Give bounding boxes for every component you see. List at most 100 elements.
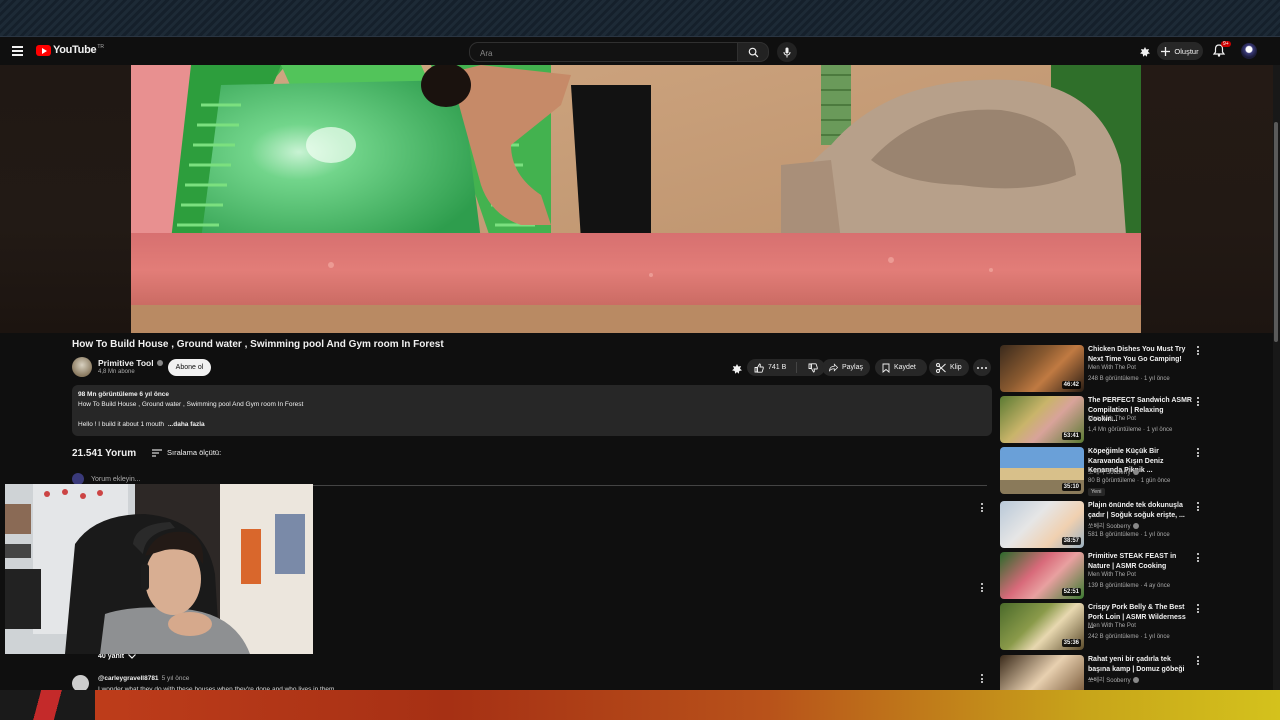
- clip-label: Klip: [950, 364, 962, 371]
- clip-button[interactable]: Klip: [929, 359, 969, 376]
- recommendation-channel[interactable]: 쏘베리 Sooberry: [1088, 467, 1139, 476]
- sort-button[interactable]: Sıralama ölçütü:: [152, 448, 221, 457]
- verified-icon: [156, 360, 163, 366]
- description-title-line: How To Build House , Ground water , Swim…: [78, 401, 304, 408]
- comment-count: 21.541 Yorum: [72, 448, 137, 459]
- save-icon: [882, 363, 890, 373]
- thumbs-up-icon: [754, 363, 764, 373]
- recommendation-meta: 1,4 Mn görüntüleme · 1 yıl önce: [1088, 427, 1173, 433]
- comment-menu-icon[interactable]: [980, 674, 984, 683]
- recommendation-menu-icon[interactable]: [1196, 397, 1200, 406]
- youtube-header: YouTube TR Oluştur 9+: [0, 36, 1280, 66]
- recommendation-channel[interactable]: Men With The Pot: [1088, 572, 1136, 578]
- comment-author-line: @carleygravell8781 5 yıl önce: [98, 675, 189, 682]
- recommendation-card[interactable]: 53:41 The PERFECT Sandwich ASMR Compilati…: [1000, 396, 1200, 444]
- comment-author[interactable]: @carleygravell8781: [98, 675, 159, 682]
- channel-avatar[interactable]: [72, 357, 92, 377]
- microphone-icon: [783, 47, 791, 57]
- replies-label: 40 yanıt: [98, 653, 125, 660]
- verified-icon: [1132, 468, 1139, 475]
- hamburger-menu-icon[interactable]: [12, 46, 23, 56]
- search-button[interactable]: [737, 42, 769, 62]
- recommendation-card[interactable]: 38:57 Plajın önünde tek dokunuşla çadır |…: [1000, 501, 1200, 549]
- recommendation-meta: 80 B görüntüleme · 1 gün önce: [1088, 478, 1171, 484]
- recommendation-meta: 581 B görüntüleme · 1 yıl önce: [1088, 532, 1170, 538]
- video-thumbnail[interactable]: 38:57: [1000, 501, 1084, 548]
- browser-top-strip: [0, 0, 1280, 36]
- recommendation-card[interactable]: 46:42 Chicken Dishes You Must Try Next Ti…: [1000, 345, 1200, 393]
- recommendation-channel[interactable]: Men With The Pot: [1088, 365, 1136, 371]
- video-thumbnail[interactable]: 52:51: [1000, 552, 1084, 599]
- thumbs-down-icon: [808, 362, 818, 372]
- video-thumbnail[interactable]: 35:10: [1000, 447, 1084, 494]
- duration-badge: 53:41: [1061, 432, 1081, 440]
- sort-label: Sıralama ölçütü:: [167, 448, 222, 457]
- extension-icon[interactable]: [1139, 45, 1151, 63]
- search-input[interactable]: [470, 44, 738, 63]
- more-actions-button[interactable]: [973, 359, 991, 376]
- comment-menu-icon[interactable]: [980, 503, 984, 512]
- view-stats: 98 Mn görüntüleme 6 yıl önce: [78, 391, 170, 398]
- extension-action-icon[interactable]: [731, 362, 743, 380]
- recommendation-channel[interactable]: 쏘베리 Sooberry: [1088, 675, 1139, 684]
- recommendation-menu-icon[interactable]: [1196, 448, 1200, 457]
- stream-overlay-bar: [0, 690, 1280, 720]
- recommendation-title[interactable]: Plajın önünde tek dokunuşla çadır | Soğu…: [1088, 501, 1192, 520]
- recommendation-channel[interactable]: Men With The Pot: [1088, 416, 1136, 422]
- replies-toggle[interactable]: 40 yanıt: [98, 653, 137, 660]
- video-thumbnail[interactable]: 46:42: [1000, 345, 1084, 392]
- recommendation-card[interactable]: 52:51 Primitive STEAK FEAST in Nature | A…: [1000, 552, 1200, 600]
- voice-search-button[interactable]: [777, 42, 797, 62]
- recommendation-title[interactable]: Chicken Dishes You Must Try Next Time Yo…: [1088, 345, 1192, 364]
- video-thumbnail[interactable]: 35:36: [1000, 603, 1084, 650]
- recommendation-title[interactable]: Primitive STEAK FEAST in Nature | ASMR C…: [1088, 552, 1192, 571]
- like-dislike-group: 741 B: [747, 359, 825, 376]
- video-player[interactable]: [0, 65, 1280, 333]
- sort-icon: [152, 448, 162, 457]
- comment-menu-icon[interactable]: [980, 583, 984, 592]
- recommendation-channel[interactable]: 쏘베리 Sooberry: [1088, 521, 1139, 530]
- youtube-logo[interactable]: YouTube TR: [36, 44, 104, 56]
- verified-icon: [1132, 522, 1139, 529]
- video-title: How To Build House , Ground water , Swim…: [72, 339, 444, 350]
- video-frame-image: [131, 65, 1141, 333]
- share-icon: [829, 363, 838, 372]
- recommendation-menu-icon[interactable]: [1196, 346, 1200, 355]
- video-thumbnail[interactable]: 53:41: [1000, 396, 1084, 443]
- save-button[interactable]: Kaydet: [875, 359, 927, 376]
- duration-badge: 52:51: [1061, 588, 1081, 596]
- channel-name-text: Primitive Tool: [98, 358, 154, 368]
- recommendation-channel[interactable]: Men With The Pot: [1088, 623, 1136, 629]
- duration-badge: 46:42: [1061, 381, 1081, 389]
- recommendation-menu-icon[interactable]: [1196, 604, 1200, 613]
- action-bar: 741 B Paylaş Kaydet Klip: [731, 359, 991, 376]
- video-frame[interactable]: [131, 65, 1141, 333]
- scissors-icon: [936, 362, 946, 373]
- create-label: Oluştur: [1174, 46, 1199, 56]
- duration-badge: 35:10: [1061, 483, 1081, 491]
- like-button[interactable]: 741 B: [747, 362, 797, 373]
- description-box[interactable]: 98 Mn görüntüleme 6 yıl önce How To Buil…: [72, 385, 992, 436]
- add-comment-placeholder: Yorum ekleyin...: [91, 475, 141, 483]
- save-label: Kaydet: [894, 364, 916, 371]
- recommendation-card[interactable]: 35:36 Crispy Pork Belly & The Best Pork L…: [1000, 603, 1200, 651]
- share-button[interactable]: Paylaş: [822, 359, 870, 376]
- like-count: 741 B: [768, 364, 787, 371]
- show-more-link[interactable]: ...daha fazla: [168, 421, 205, 428]
- subscribe-button[interactable]: Abone ol: [168, 359, 211, 376]
- create-button[interactable]: Oluştur: [1157, 42, 1203, 60]
- recommendation-menu-icon[interactable]: [1196, 656, 1200, 665]
- account-avatar[interactable]: [1241, 43, 1257, 59]
- description-snippet: Hello ! I build it about 1 mouth ...daha…: [78, 421, 205, 428]
- recommendation-menu-icon[interactable]: [1196, 553, 1200, 562]
- webcam-overlay: [5, 484, 313, 654]
- search-icon: [748, 47, 758, 57]
- scrollbar-thumb[interactable]: [1274, 122, 1278, 342]
- notifications-button[interactable]: 9+: [1212, 41, 1231, 62]
- recommendation-menu-icon[interactable]: [1196, 502, 1200, 511]
- recommendation-card[interactable]: 35:10 Köpeğimle Küçük Bir Karavanda Kışın…: [1000, 447, 1200, 496]
- recommendation-meta: 139 B görüntüleme · 4 ay önce: [1088, 583, 1171, 589]
- recommendation-meta: 248 B görüntüleme · 1 yıl önce: [1088, 376, 1170, 382]
- channel-name[interactable]: Primitive Tool: [98, 358, 163, 368]
- search-box: [469, 42, 739, 63]
